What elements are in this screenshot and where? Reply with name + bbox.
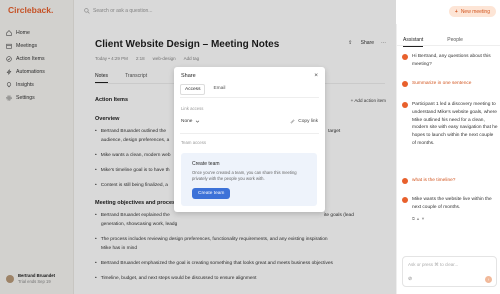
close-icon[interactable]: × [314, 72, 318, 79]
dialog-title: Share [181, 73, 196, 79]
ask-input[interactable]: Ask or press ⌘ to clear... [408, 262, 458, 268]
link-icon [290, 119, 295, 124]
create-team-button[interactable]: Create team [192, 188, 231, 199]
copy-link-button[interactable]: Copy link [290, 119, 318, 124]
new-meeting-button[interactable]: + New meeting [448, 6, 496, 17]
dialog-tabs: Access Email [180, 84, 233, 95]
assistant-avatar-icon [402, 54, 408, 60]
assistant-message: Participant 1 led a discovery meeting to… [402, 101, 498, 148]
assistant-avatar-icon [402, 197, 408, 203]
divider [180, 97, 319, 98]
create-team-card: Create team Once you've created a team, … [181, 153, 317, 206]
tab-access[interactable]: Access [180, 84, 206, 95]
plus-icon: + [454, 8, 458, 15]
card-description: Once you've created a team, you can shar… [192, 170, 297, 181]
ask-box[interactable]: Ask or press ⌘ to clear... ⊘ ↑ [402, 256, 497, 287]
user-message: Summarize in one sentence [402, 80, 498, 88]
card-title: Create team [192, 161, 220, 167]
share-dialog: Share × Access Email Link access None Co… [174, 67, 325, 212]
chevron-down-icon [196, 120, 200, 123]
user-message: what is the timeline? [402, 177, 498, 185]
divider [397, 45, 500, 46]
link-access-label: Link access [181, 106, 204, 111]
assistant-message: Mike wants the website live within the n… [402, 196, 498, 212]
paperclip-icon[interactable]: ⊘ [408, 276, 412, 282]
feedback-icons[interactable]: ⧉ ▲ ▼ [412, 216, 425, 221]
divider [180, 133, 319, 134]
send-icon[interactable]: ↑ [485, 276, 492, 283]
assistant-avatar-icon [402, 102, 408, 108]
link-access-select[interactable]: None [181, 119, 200, 124]
assistant-panel: Assistant People Hi Bertrand, any questi… [396, 24, 500, 294]
tab-email[interactable]: Email [209, 84, 229, 95]
user-avatar-icon [402, 81, 408, 87]
assistant-message: Hi Bertrand, any questions about this me… [402, 53, 498, 69]
user-avatar-icon [402, 178, 408, 184]
team-access-label: Team access [181, 140, 207, 145]
